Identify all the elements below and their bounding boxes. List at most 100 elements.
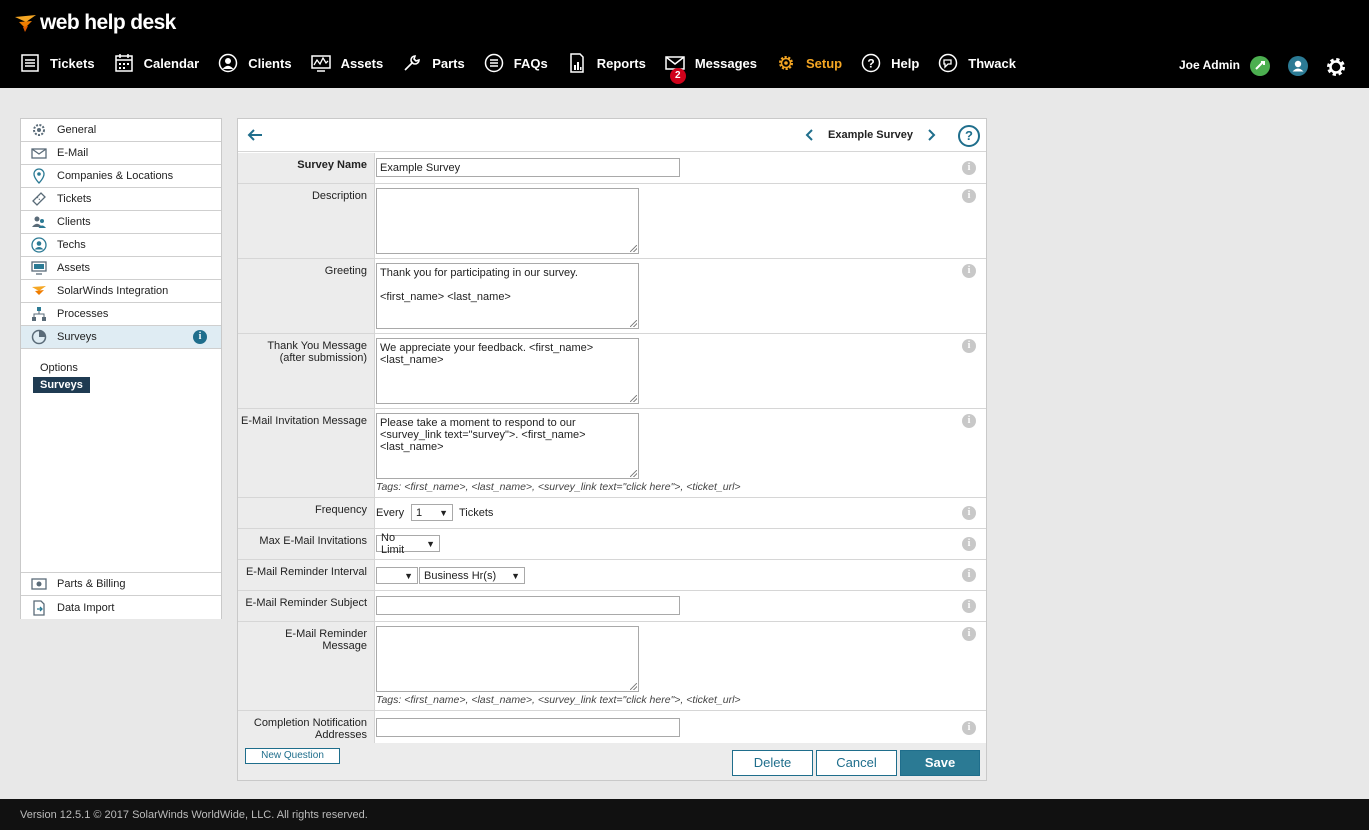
top-bar: web help desk Tickets Calendar Clients A… [0, 0, 1369, 88]
tags-hint: Tags: <first_name>, <last_name>, <survey… [376, 694, 741, 706]
sidebar-item-solarwinds-integration[interactable]: SolarWinds Integration [21, 280, 221, 303]
select-value: 1 [416, 506, 423, 519]
gear-icon [33, 124, 45, 136]
sidebar-item-data-import[interactable]: Data Import [21, 596, 221, 619]
nav-label: Calendar [143, 55, 200, 71]
info-icon[interactable]: i [962, 506, 976, 520]
chevron-left-icon[interactable] [804, 128, 816, 142]
sidebar-item-clients[interactable]: Clients [21, 211, 221, 234]
faq-icon [484, 53, 503, 73]
messages-count-badge: 2 [669, 68, 686, 84]
info-icon[interactable]: i [962, 599, 976, 613]
save-button[interactable]: Save [900, 750, 980, 776]
sidebar-item-parts-billing[interactable]: Parts & Billing [21, 573, 221, 596]
info-icon[interactable]: i [962, 189, 976, 203]
tech-user-icon [31, 237, 47, 253]
nav-assets[interactable]: Assets [310, 53, 384, 73]
clients-icon [32, 216, 46, 228]
row-completion-notification: Completion Notification Addresses i [238, 711, 986, 743]
label-line1: Completion Notification [253, 717, 367, 729]
sidebar-item-processes[interactable]: Processes [21, 303, 221, 326]
reminder-interval-select[interactable]: ▼ [376, 567, 418, 584]
info-icon[interactable]: i [962, 161, 976, 175]
sidebar-item-email[interactable]: E-Mail [21, 142, 221, 165]
field-label: Description [238, 184, 375, 258]
submenu-item-surveys[interactable]: Surveys [33, 377, 90, 393]
status-icon[interactable] [1250, 56, 1270, 76]
invitation-textarea[interactable]: Please take a moment to respond to our <… [376, 413, 639, 479]
tags-hint: Tags: <first_name>, <last_name>, <survey… [376, 481, 741, 493]
submenu-item-options[interactable]: Options [33, 360, 85, 376]
nav-thwack[interactable]: Thwack [938, 53, 1016, 73]
info-icon[interactable]: i [962, 537, 976, 551]
wrench-icon [404, 55, 421, 71]
survey-name-input[interactable] [376, 158, 680, 177]
label-line1: Thank You Message [267, 340, 367, 352]
completion-addresses-input[interactable] [376, 718, 680, 737]
sidebar-item-label: General [57, 124, 97, 136]
nav-reports[interactable]: Reports [567, 53, 646, 73]
app-logo[interactable]: web help desk [14, 10, 176, 36]
sidebar-item-general[interactable]: General [21, 119, 221, 142]
info-icon[interactable]: i [962, 568, 976, 582]
field-label: E-Mail Reminder Subject [238, 591, 375, 621]
frequency-select[interactable]: 1 ▼ [411, 504, 453, 521]
nav-label: Thwack [968, 55, 1016, 71]
new-question-button[interactable]: New Question [245, 748, 340, 764]
sidebar-item-label: Companies & Locations [57, 170, 174, 182]
select-value: No Limit [381, 531, 405, 556]
nav-clients[interactable]: Clients [218, 53, 292, 73]
nav-setup[interactable]: Setup [776, 53, 842, 73]
thank-you-textarea[interactable]: We appreciate your feedback. <first_name… [376, 338, 639, 404]
info-icon[interactable]: i [962, 264, 976, 278]
select-value: Business Hr(s) [424, 569, 497, 582]
panel-header: Example Survey ? [238, 119, 986, 152]
sidebar-item-label: Processes [57, 308, 109, 320]
row-reminder-interval: E-Mail Reminder Interval ▼ Business Hr(s… [238, 560, 986, 591]
envelope-icon [31, 148, 47, 159]
sidebar-item-techs[interactable]: Techs [21, 234, 221, 257]
sidebar-item-assets[interactable]: Assets [21, 257, 221, 280]
info-icon[interactable]: i [193, 330, 207, 344]
copyright-text: Version 12.5.1 © 2017 SolarWinds WorldWi… [20, 809, 368, 821]
reminder-message-textarea[interactable] [376, 626, 639, 692]
chevron-right-icon[interactable] [925, 128, 937, 142]
nav-messages[interactable]: 2 Messages [665, 53, 757, 84]
survey-edit-panel: Example Survey ? Survey Name i Descripti… [237, 118, 987, 781]
delete-button[interactable]: Delete [732, 750, 813, 776]
cancel-button[interactable]: Cancel [816, 750, 897, 776]
nav-parts[interactable]: Parts [402, 53, 465, 73]
import-icon [33, 599, 45, 616]
sidebar-item-label: Techs [57, 239, 86, 251]
survey-navigator: Example Survey [804, 128, 937, 142]
surveys-submenu: Options Surveys [21, 349, 221, 574]
info-icon[interactable]: i [962, 627, 976, 641]
nav-label: Assets [340, 55, 384, 71]
location-pin-icon [33, 168, 45, 184]
nav-label: Parts [432, 55, 465, 71]
reminder-subject-input[interactable] [376, 596, 680, 615]
nav-faqs[interactable]: FAQs [484, 53, 548, 73]
gear-icon [778, 56, 793, 70]
nav-help[interactable]: ? Help [861, 53, 919, 73]
back-arrow-icon[interactable] [246, 126, 264, 144]
reminder-unit-select[interactable]: Business Hr(s) ▼ [419, 567, 525, 584]
max-invitations-select[interactable]: No Limit ▼ [376, 532, 440, 556]
sidebar-item-companies-locations[interactable]: Companies & Locations [21, 165, 221, 188]
profile-icon[interactable] [1288, 56, 1308, 76]
info-icon[interactable]: i [962, 721, 976, 735]
settings-gear-icon[interactable] [1325, 56, 1347, 78]
sidebar-item-tickets[interactable]: Tickets [21, 188, 221, 211]
help-icon[interactable]: ? [958, 125, 980, 147]
field-label: Thank You Message (after submission) [238, 334, 375, 408]
label-line2: Addresses [315, 729, 367, 741]
nav-calendar[interactable]: Calendar [114, 53, 200, 73]
greeting-textarea[interactable]: Thank you for participating in our surve… [376, 263, 639, 329]
description-textarea[interactable] [376, 188, 639, 254]
info-icon[interactable]: i [962, 414, 976, 428]
sidebar-item-surveys[interactable]: Surveys i [21, 326, 221, 349]
nav-tickets[interactable]: Tickets [20, 53, 95, 73]
info-icon[interactable]: i [962, 339, 976, 353]
user-name[interactable]: Joe Admin [1179, 58, 1240, 72]
billing-icon [31, 578, 47, 590]
